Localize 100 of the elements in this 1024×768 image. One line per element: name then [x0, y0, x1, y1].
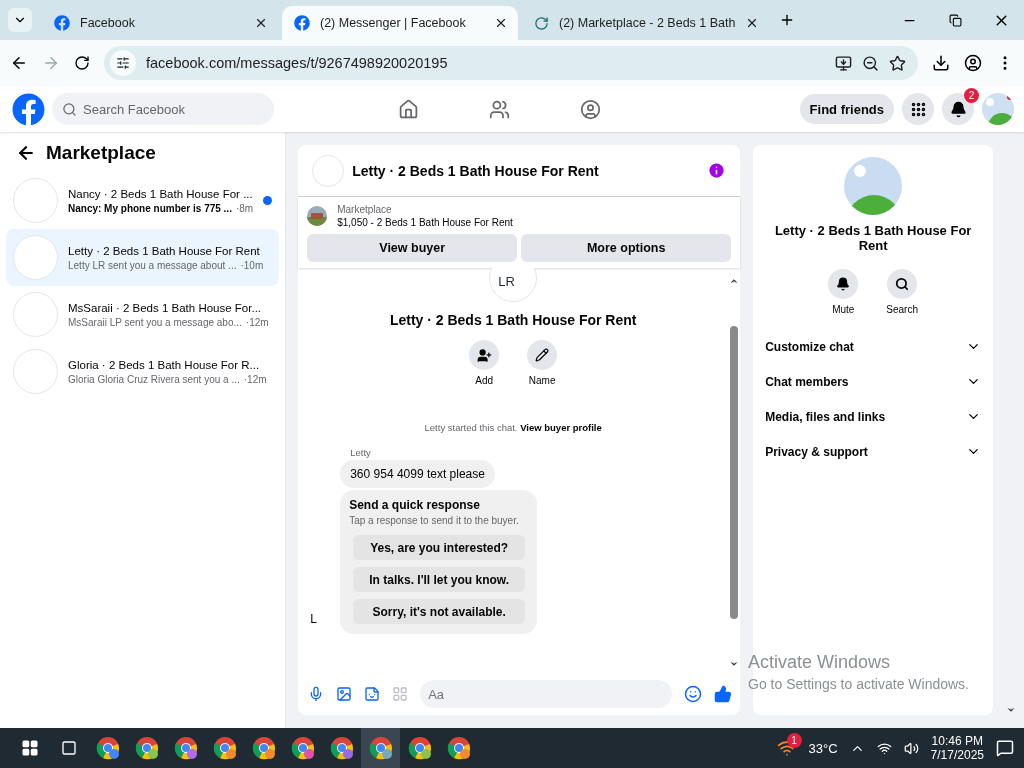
- message-bubble: 360 954 4099 text please: [340, 460, 495, 488]
- search-field[interactable]: Search Facebook: [52, 93, 274, 125]
- chrome-icon[interactable]: [95, 736, 120, 760]
- chrome-icon[interactable]: [173, 736, 198, 760]
- grid-icon: [909, 100, 927, 118]
- home-icon[interactable]: [398, 98, 419, 120]
- menu-button[interactable]: [902, 93, 934, 125]
- scroll-up-icon[interactable]: [729, 276, 740, 286]
- chrome-icon[interactable]: [251, 736, 276, 760]
- conversation-title: Letty · 2 Beds 1 Bath House For Rent: [389, 312, 637, 328]
- chrome-icon[interactable]: [446, 736, 471, 760]
- back-icon[interactable]: [10, 54, 28, 72]
- find-friends-button[interactable]: Find friends: [799, 94, 894, 124]
- restore-icon[interactable]: [948, 13, 962, 27]
- avatar: [13, 178, 58, 223]
- browser-tab[interactable]: Facebook: [42, 6, 278, 40]
- weather-badge: 1: [786, 733, 802, 748]
- notifications-icon[interactable]: [996, 739, 1014, 757]
- message-preview: Nancy: My phone number is 775 ...: [68, 202, 232, 214]
- notification-badge: 2: [964, 88, 979, 103]
- photo-icon[interactable]: [336, 686, 353, 702]
- thumbs-up-icon[interactable]: [714, 685, 733, 703]
- info-section[interactable]: Chat members: [765, 364, 982, 399]
- chrome-icon[interactable]: [368, 736, 393, 760]
- install-icon[interactable]: [835, 54, 852, 72]
- chrome-icon[interactable]: [407, 736, 432, 760]
- activation-hint: Go to Settings to activate Windows.: [748, 676, 969, 692]
- info-section[interactable]: Privacy & support: [765, 434, 982, 469]
- windows-start-icon[interactable]: [20, 739, 39, 757]
- conversation-item[interactable]: MsSaraii · 2 Beds 1 Bath House For... MsSaraii LP sent you a message abo... ·12m: [6, 286, 280, 343]
- message-time: ·12m: [245, 316, 269, 328]
- conversation-title: Gloria · 2 Beds 1 Bath House For R...: [68, 358, 261, 371]
- volume-icon[interactable]: [903, 740, 919, 756]
- loading-icon: [534, 15, 549, 31]
- avatar: [13, 235, 58, 280]
- bookmark-star-icon[interactable]: [889, 54, 906, 72]
- broken-avatar: L: [310, 612, 318, 628]
- bell-icon: [836, 277, 851, 291]
- download-icon[interactable]: [932, 54, 950, 72]
- chrome-icon[interactable]: [290, 736, 315, 760]
- conversation-item[interactable]: Nancy · 2 Beds 1 Bath House For ... Nancy: My phone number is 775 ... ·8m: [6, 172, 280, 229]
- message-input[interactable]: Aa: [420, 680, 673, 708]
- action-button[interactable]: View buyer: [307, 234, 518, 262]
- scroll-down-icon[interactable]: [1006, 705, 1017, 715]
- unread-dot: [263, 196, 273, 205]
- scrollbar-thumb[interactable]: [730, 326, 739, 619]
- info-section[interactable]: Media, files and links: [765, 399, 982, 434]
- facebook-logo-icon[interactable]: [12, 92, 45, 126]
- add-person-icon: [476, 347, 492, 363]
- conversation-title: Nancy · 2 Beds 1 Bath House For ...: [68, 187, 254, 200]
- zoom-out-icon[interactable]: [862, 54, 879, 72]
- info-icon[interactable]: [707, 161, 727, 180]
- conversation-title: Letty · 2 Beds 1 Bath House For Rent: [68, 244, 261, 257]
- chrome-icon[interactable]: [212, 736, 237, 760]
- emoji-icon[interactable]: [684, 685, 703, 703]
- notifications-button[interactable]: [942, 93, 974, 125]
- conversation-title: MsSaraii · 2 Beds 1 Bath House For...: [68, 301, 263, 314]
- network-icon[interactable]: [876, 740, 892, 756]
- message-time: ·12m: [243, 373, 267, 385]
- task-view-icon[interactable]: [60, 740, 77, 756]
- message-preview: Letty LR sent you a message about ...: [68, 259, 237, 271]
- close-icon[interactable]: [494, 16, 508, 30]
- view-buyer-profile-link[interactable]: View buyer profile: [520, 422, 602, 433]
- groups-icon[interactable]: [580, 98, 601, 120]
- close-icon[interactable]: [254, 16, 268, 30]
- info-section[interactable]: Customize chat: [765, 329, 982, 364]
- address-bar[interactable]: facebook.com/messages/t/9267498920020195: [104, 46, 918, 80]
- search-icon: [895, 277, 910, 291]
- chat-info-title: Letty · 2 Beds 1 Bath House For Rent: [773, 223, 973, 253]
- profile-icon[interactable]: [964, 54, 982, 72]
- avatar: [312, 154, 345, 187]
- pencil-icon: [535, 348, 550, 362]
- clock-date: 7/17/2025: [930, 748, 984, 762]
- search-icon: [62, 101, 77, 117]
- sidebar-title: Marketplace: [46, 142, 156, 164]
- quick-reply-button[interactable]: In talks. I'll let you know.: [353, 567, 526, 592]
- friends-icon[interactable]: [489, 98, 510, 120]
- tab-search-button[interactable]: [8, 8, 32, 32]
- chat-started-notice: Letty started this chat. View buyer profile: [424, 422, 602, 433]
- scroll-down-icon[interactable]: [729, 659, 740, 669]
- bell-icon: [949, 100, 967, 118]
- message-preview: MsSaraii LP sent you a message abo...: [68, 316, 242, 328]
- browser-tab[interactable]: (2) Marketplace - 2 Beds 1 Bath: [522, 6, 770, 40]
- conversation-item[interactable]: Gloria · 2 Beds 1 Bath House For R... Gloria Gloria Cruz Rivera sent you a ... ·12m: [6, 343, 280, 400]
- action-button[interactable]: More options: [521, 234, 732, 262]
- chrome-icon[interactable]: [329, 736, 354, 760]
- sticker-icon[interactable]: [364, 686, 381, 702]
- facebook-icon: [54, 15, 70, 31]
- chrome-icon[interactable]: [134, 736, 159, 760]
- quick-reply-button[interactable]: Yes, are you interested?: [353, 535, 526, 560]
- site-settings-icon[interactable]: [116, 56, 130, 70]
- quick-reply-button[interactable]: Sorry, it's not available.: [353, 599, 526, 624]
- reload-icon[interactable]: [74, 55, 90, 71]
- conversation-item[interactable]: Letty · 2 Beds 1 Bath House For Rent Letty LR sent you a message about ... ·10m: [6, 229, 280, 286]
- clock-time: 10:46 PM: [931, 734, 983, 748]
- avatar: [13, 292, 58, 337]
- browser-tab[interactable]: (2) Messenger | Facebook: [282, 6, 518, 40]
- back-icon[interactable]: [16, 143, 36, 163]
- avatar-alt-text: LR: [498, 274, 515, 289]
- message-preview: Gloria Gloria Cruz Rivera sent you a ...: [68, 373, 240, 385]
